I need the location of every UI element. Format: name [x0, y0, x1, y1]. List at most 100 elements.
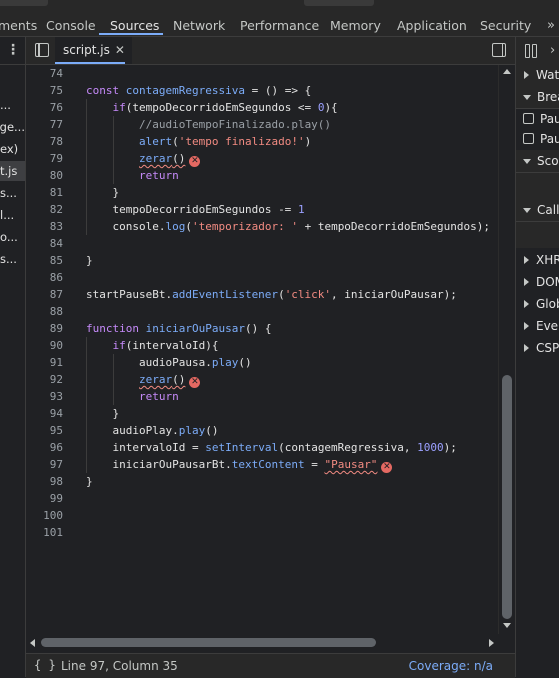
line-number[interactable]: 87 [26, 286, 63, 303]
code-line[interactable]: 92 zerar() ✕ [26, 371, 498, 388]
error-icon[interactable]: ✕ [381, 462, 393, 473]
scrollbar-thumb[interactable] [502, 375, 512, 619]
code-line[interactable]: 88 [26, 303, 498, 320]
tab-application[interactable]: Application [397, 17, 467, 34]
line-number[interactable]: 83 [26, 218, 63, 235]
scroll-left-icon[interactable] [30, 639, 35, 647]
line-number[interactable]: 78 [26, 133, 63, 150]
line-number[interactable]: 82 [26, 201, 63, 218]
code-line[interactable]: 99 [26, 490, 498, 507]
code-line[interactable]: 78 alert('tempo finalizado!') [26, 133, 498, 150]
code-line[interactable]: 80 return [26, 167, 498, 184]
code-line[interactable]: 87 startPauseBt.addEventListener('click',… [26, 286, 498, 303]
toggle-debugger-icon[interactable] [492, 43, 506, 57]
line-number[interactable]: 86 [26, 269, 63, 286]
horizontal-scrollbar[interactable] [26, 634, 498, 651]
pause-uncaught-checkbox[interactable]: Paus [516, 108, 559, 130]
checkbox[interactable] [523, 133, 534, 144]
line-number[interactable]: 79 [26, 150, 63, 167]
line-number[interactable]: 85 [26, 252, 63, 269]
line-number[interactable]: 77 [26, 116, 63, 133]
tab-memory[interactable]: Memory [330, 17, 381, 34]
section-event-breakpoints[interactable]: Even [516, 315, 559, 337]
line-number[interactable]: 81 [26, 184, 63, 201]
code-line[interactable]: 97 iniciarOuPausarBt.textContent = "Pausa… [26, 456, 498, 473]
section-watch[interactable]: Watc [516, 64, 559, 87]
code-line[interactable]: 76 if(tempoDecorridoEmSegundos <= 0){ [26, 99, 498, 116]
section-global-listeners[interactable]: Glob [516, 293, 559, 315]
section-csp-breakpoints[interactable]: CSP [516, 337, 559, 359]
code-line[interactable]: 90 if(intervaloId){ [26, 337, 498, 354]
pause-icon[interactable] [532, 44, 537, 58]
navigator-item[interactable]: o... [0, 227, 25, 247]
pause-caught-checkbox[interactable]: Paus [516, 128, 559, 150]
code-line[interactable]: 96 intervaloId = setInterval(contagemRegr… [26, 439, 498, 456]
line-number[interactable]: 96 [26, 439, 63, 456]
scrollbar-thumb[interactable] [41, 638, 376, 647]
tab-console[interactable]: Console [46, 17, 96, 34]
line-number[interactable]: 89 [26, 320, 63, 337]
navigator-item[interactable]: s... [0, 183, 25, 203]
line-number[interactable]: 88 [26, 303, 63, 320]
code-line[interactable]: 94} [26, 405, 498, 422]
code-line[interactable]: 81} [26, 184, 498, 201]
line-number[interactable]: 93 [26, 388, 63, 405]
tab-network[interactable]: Network [173, 17, 225, 34]
coverage-link[interactable]: Coverage: n/a [409, 659, 493, 673]
line-number[interactable]: 100 [26, 507, 63, 524]
tab-performance[interactable]: Performance [240, 17, 319, 34]
navigator-item[interactable]: ex) [0, 139, 25, 159]
tab-elements[interactable]: ments [0, 17, 37, 34]
tab-sources[interactable]: Sources [110, 17, 159, 34]
line-number[interactable]: 92 [26, 371, 63, 388]
more-options-icon[interactable]: ⋮ [6, 42, 20, 58]
file-tab-script-js[interactable]: script.js ✕ [55, 37, 132, 64]
section-call-stack[interactable]: Call [516, 199, 559, 222]
line-number[interactable]: 99 [26, 490, 63, 507]
code-line[interactable]: 100 [26, 507, 498, 524]
error-icon[interactable]: ✕ [189, 377, 201, 388]
code-line[interactable]: 98} [26, 473, 498, 490]
navigator-item[interactable]: ge... [0, 117, 25, 137]
line-number[interactable]: 94 [26, 405, 63, 422]
line-number[interactable]: 91 [26, 354, 63, 371]
line-number[interactable]: 95 [26, 422, 63, 439]
code-line[interactable]: 95 audioPlay.play() [26, 422, 498, 439]
code-line[interactable]: 82 tempoDecorridoEmSegundos -= 1 [26, 201, 498, 218]
scroll-down-icon[interactable] [503, 623, 511, 628]
code-line[interactable]: 84 [26, 235, 498, 252]
line-number[interactable]: 90 [26, 337, 63, 354]
code-line[interactable]: 93 return [26, 388, 498, 405]
tab-security[interactable]: Security [480, 17, 531, 34]
code-editor[interactable]: 74 75 const contagemRegressiva = () => {76… [26, 65, 498, 634]
line-number[interactable]: 101 [26, 524, 63, 541]
code-line[interactable]: 101 [26, 524, 498, 541]
line-number[interactable]: 75 [26, 82, 63, 99]
section-breakpoints[interactable]: Brea [516, 86, 559, 109]
line-number[interactable]: 98 [26, 473, 63, 490]
section-xhr-breakpoints[interactable]: XHR [516, 249, 559, 271]
code-line[interactable]: 77 //audioTempoFinalizado.play() [26, 116, 498, 133]
code-line[interactable]: 74 [26, 65, 498, 82]
line-number[interactable]: 97 [26, 456, 63, 473]
line-number[interactable]: 80 [26, 167, 63, 184]
pretty-print-icon[interactable]: { } [34, 658, 56, 672]
line-number[interactable]: 76 [26, 99, 63, 116]
line-number[interactable]: 84 [26, 235, 63, 252]
code-line[interactable]: 85} [26, 252, 498, 269]
step-over-icon[interactable]: › [550, 43, 555, 58]
code-line[interactable]: 75 const contagemRegressiva = () => { [26, 82, 498, 99]
code-line[interactable]: 79 zerar() ✕ [26, 150, 498, 167]
more-tabs-icon[interactable]: » [543, 17, 559, 34]
code-line[interactable]: 91 audioPausa.play() [26, 354, 498, 371]
toggle-navigator-icon[interactable] [35, 43, 49, 57]
navigator-item-script-js[interactable]: t.js [0, 161, 25, 181]
line-number[interactable]: 74 [26, 65, 63, 82]
code-line[interactable]: 83 console.log('temporizador: ' + tempoDe… [26, 218, 498, 235]
code-line[interactable]: 86 [26, 269, 498, 286]
section-dom-breakpoints[interactable]: DOM [516, 271, 559, 293]
section-scope[interactable]: Scop [516, 150, 559, 173]
navigator-item[interactable]: ... [0, 95, 25, 115]
code-line[interactable]: 89 function iniciarOuPausar() { [26, 320, 498, 337]
scroll-right-icon[interactable] [489, 639, 494, 647]
